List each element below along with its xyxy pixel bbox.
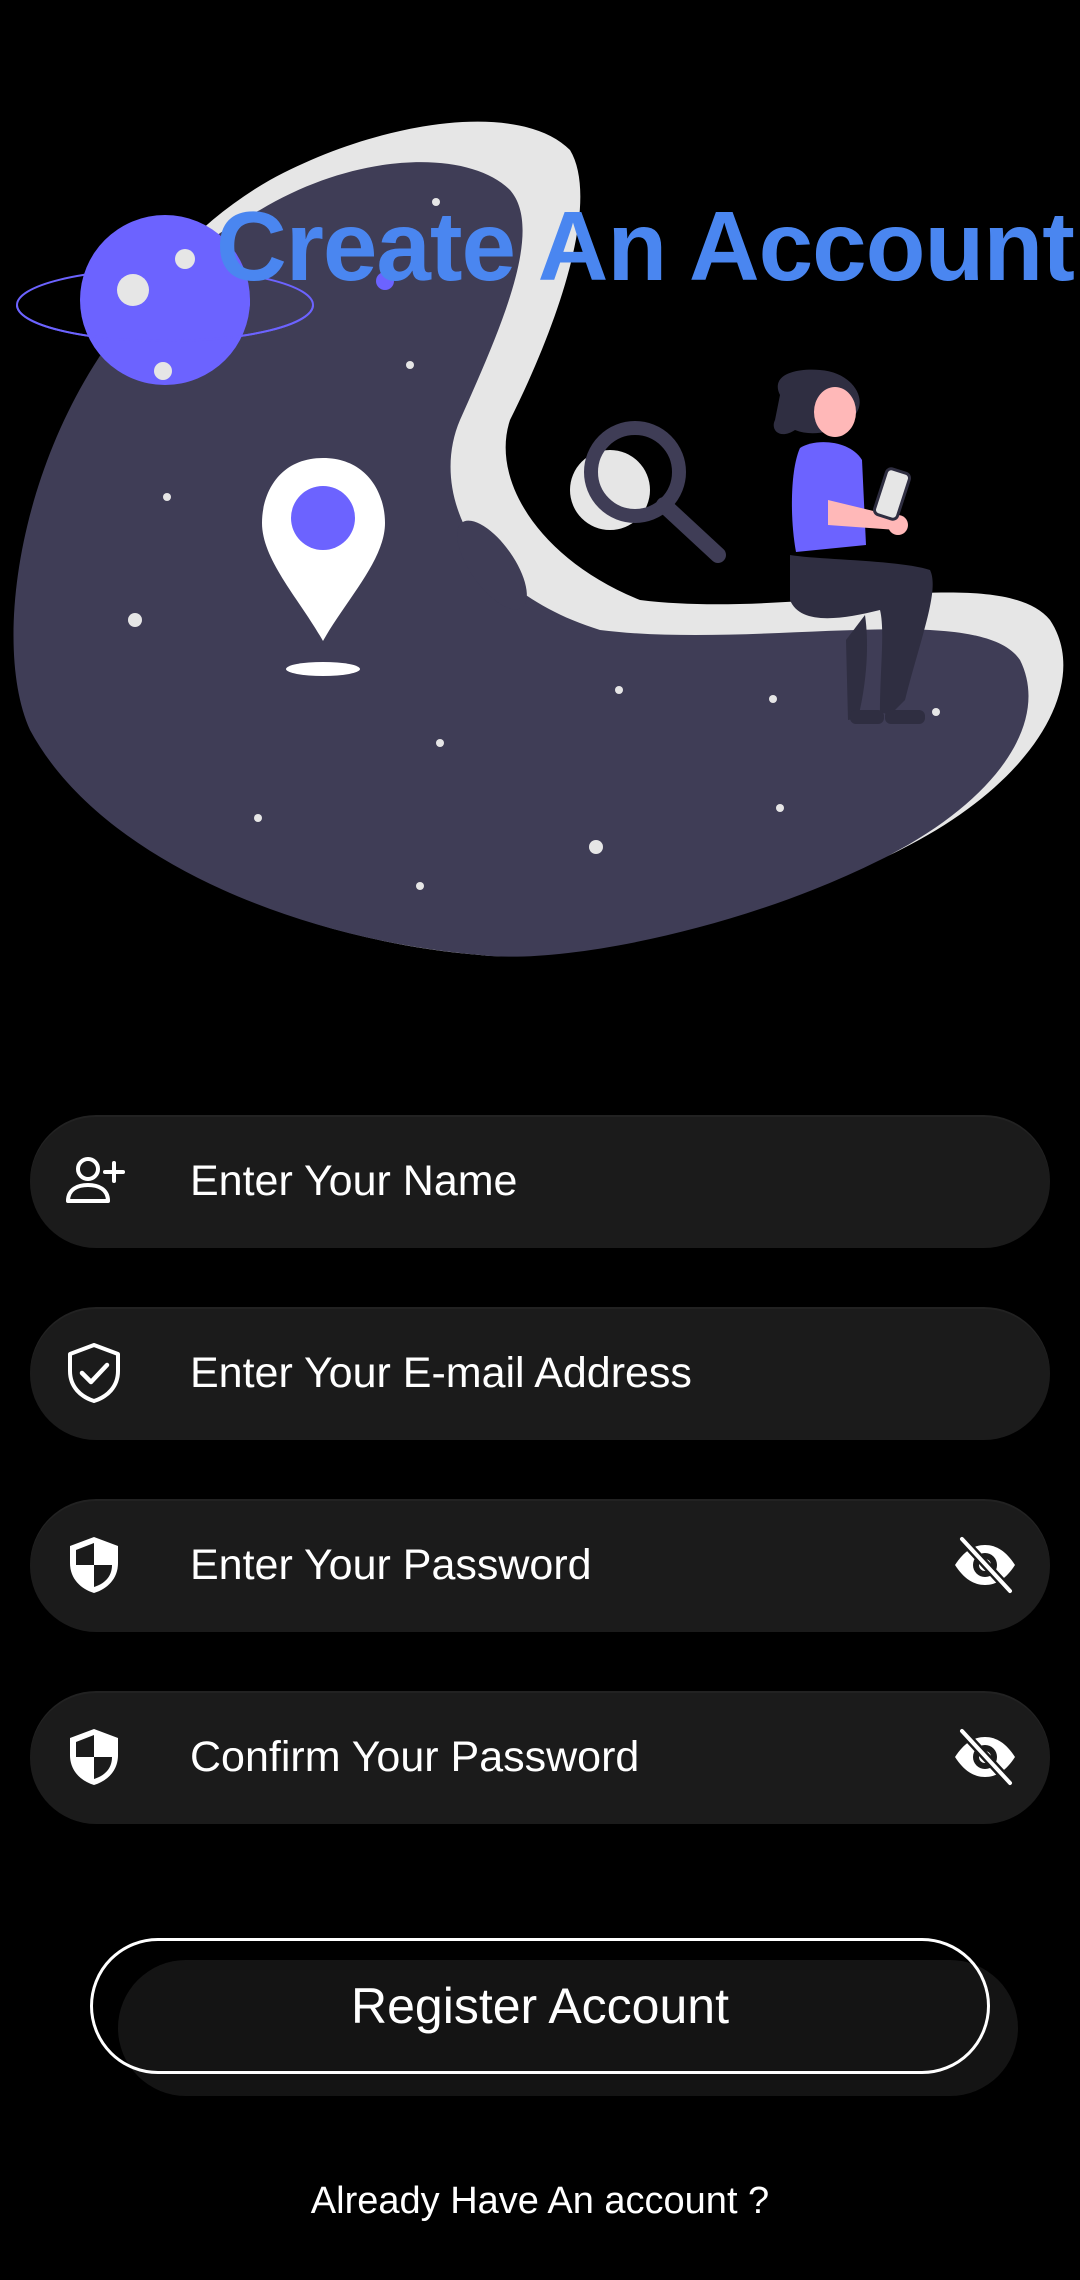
- space-location-illustration: [13, 121, 1064, 957]
- hero-illustration: Create An Account: [0, 0, 1080, 1000]
- visibility-off-icon[interactable]: [952, 1725, 1018, 1789]
- visibility-off-icon[interactable]: [952, 1533, 1018, 1597]
- password-input[interactable]: Enter Your Password: [190, 1499, 592, 1632]
- already-have-account-link[interactable]: Already Have An account ?: [0, 2180, 1080, 2223]
- email-input[interactable]: Enter Your E-mail Address: [190, 1307, 692, 1440]
- register-button[interactable]: Register Account: [90, 1938, 990, 2074]
- confirm-password-field[interactable]: Confirm Your Password: [30, 1691, 1050, 1824]
- add-person-icon: [62, 1149, 126, 1213]
- name-input[interactable]: Enter Your Name: [190, 1115, 517, 1248]
- confirm-password-input[interactable]: Confirm Your Password: [190, 1691, 639, 1824]
- password-field[interactable]: Enter Your Password: [30, 1499, 1050, 1632]
- email-field[interactable]: Enter Your E-mail Address: [30, 1307, 1050, 1440]
- page-title: Create An Account: [216, 191, 1075, 301]
- shield-icon: [62, 1725, 126, 1789]
- shield-icon: [62, 1533, 126, 1597]
- verified-shield-icon: [62, 1341, 126, 1405]
- name-field[interactable]: Enter Your Name: [30, 1115, 1050, 1248]
- magnifier-icon: [570, 421, 726, 563]
